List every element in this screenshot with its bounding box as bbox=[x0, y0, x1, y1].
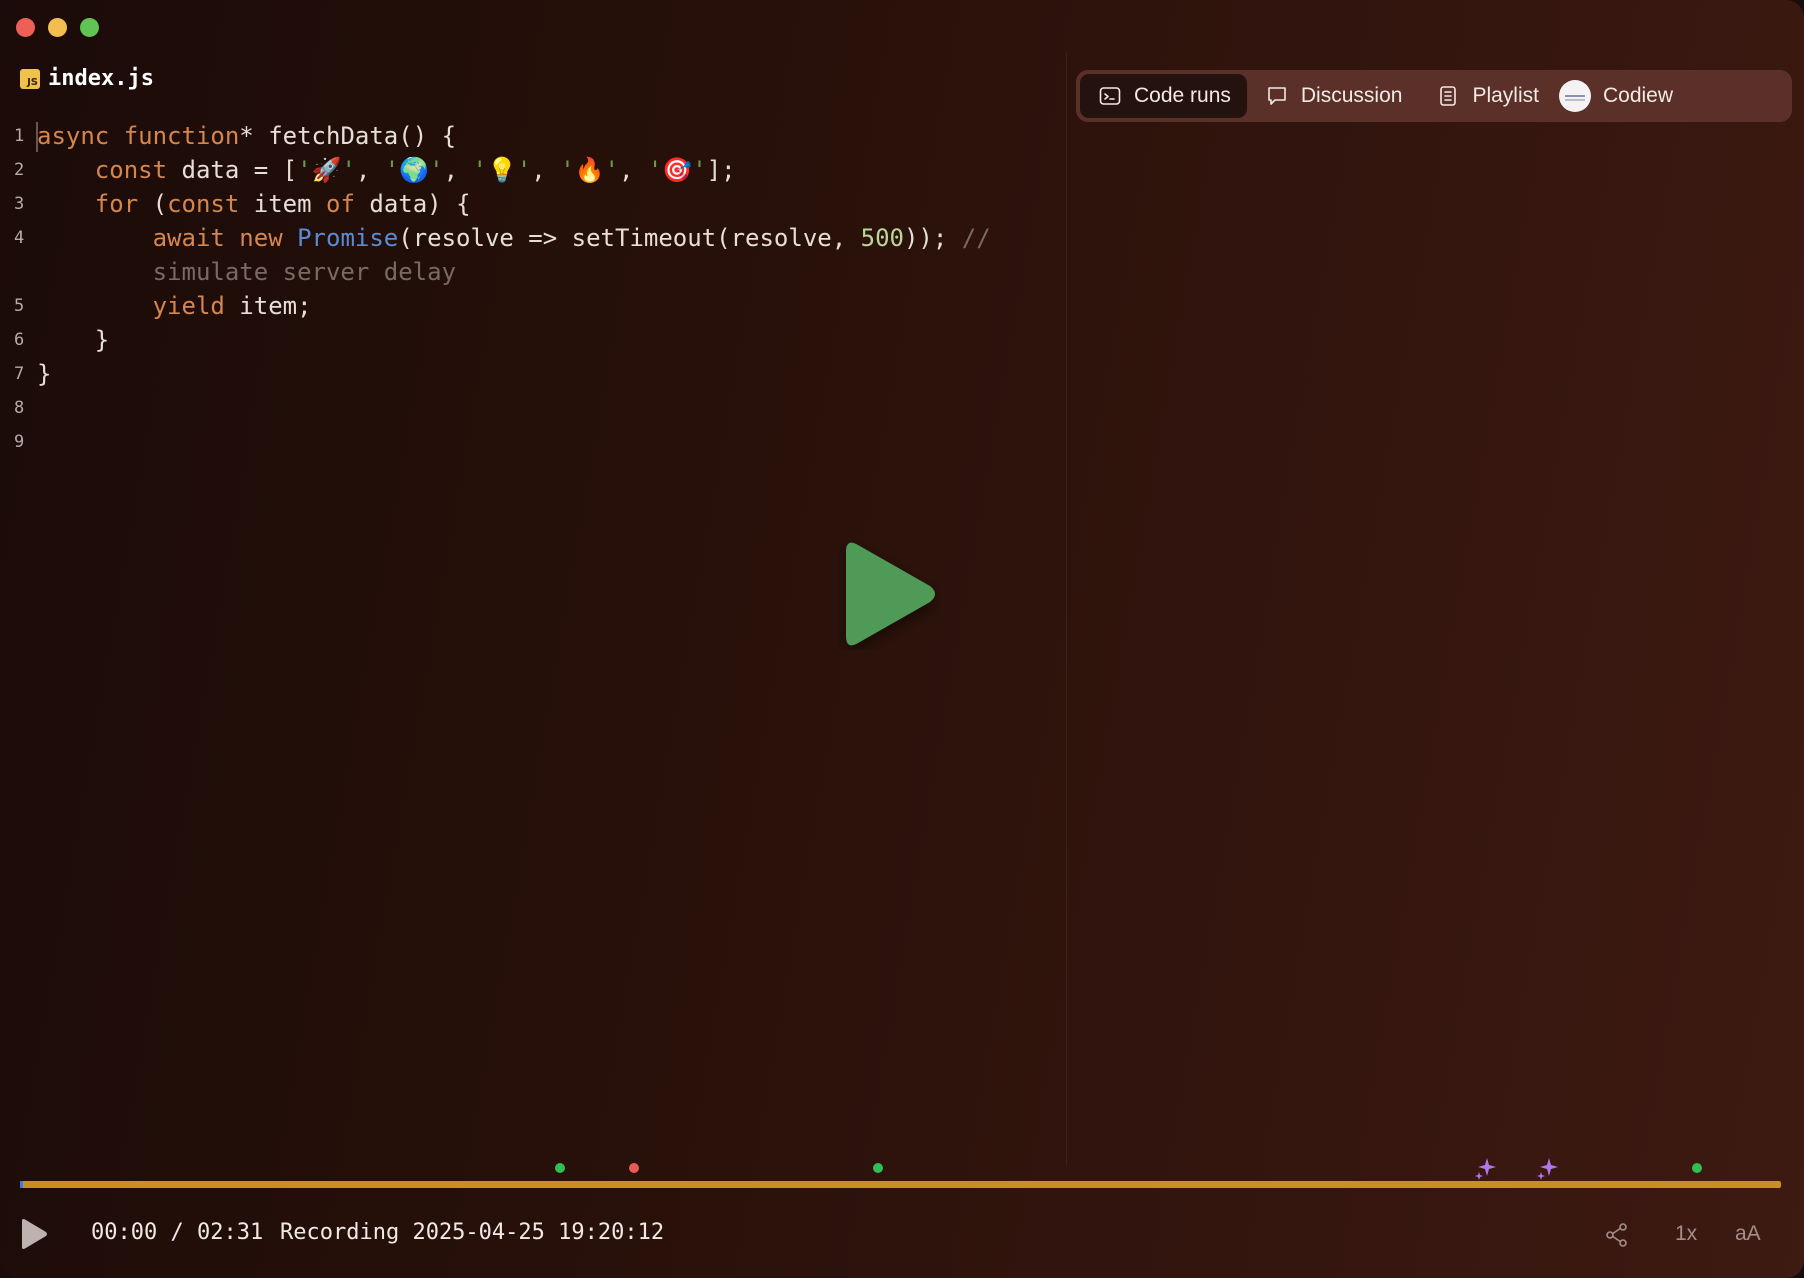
line-number: 1 bbox=[14, 126, 25, 146]
line-number: 3 bbox=[14, 194, 25, 214]
code-line-4: await new Promise(resolve => setTimeout(… bbox=[152, 224, 991, 252]
code-line-2: const data = ['🚀', '🌍', '💡', '🔥', '🎯']; bbox=[94, 156, 736, 184]
tab-discussion[interactable]: Discussion bbox=[1247, 74, 1419, 118]
code-line-4-wrap: simulate server delay bbox=[152, 258, 457, 286]
playback-time: 00:00 / 02:31 bbox=[91, 1220, 263, 1245]
maximize-window-button[interactable] bbox=[80, 18, 99, 37]
terminal-icon bbox=[1099, 87, 1121, 105]
playback-timeline[interactable] bbox=[20, 1181, 1781, 1188]
side-panel-tabs: Code runs Discussion Playlist Codiew bbox=[1076, 70, 1792, 122]
share-icon[interactable] bbox=[1604, 1222, 1630, 1248]
panel-divider[interactable] bbox=[1066, 52, 1067, 1166]
sparkle-icon[interactable] bbox=[1474, 1156, 1498, 1180]
line-number: 9 bbox=[14, 432, 25, 452]
close-window-button[interactable] bbox=[16, 18, 35, 37]
javascript-file-icon: JS bbox=[20, 68, 40, 89]
playback-speed-button[interactable]: 1x bbox=[1675, 1222, 1697, 1246]
line-number: 7 bbox=[14, 364, 25, 384]
play-button[interactable] bbox=[20, 1218, 48, 1250]
tab-label: Playlist bbox=[1472, 84, 1539, 107]
timeline-marker-run-success[interactable] bbox=[873, 1163, 883, 1173]
timeline-marker-run-success[interactable] bbox=[1692, 1163, 1702, 1173]
play-overlay-button[interactable] bbox=[838, 538, 942, 650]
avatar bbox=[1558, 80, 1591, 112]
file-name: index.js bbox=[48, 66, 154, 91]
player-controls: 00:00 / 02:31 Recording 2025-04-25 19:20… bbox=[0, 1214, 1804, 1254]
tab-label: Codiew bbox=[1602, 84, 1674, 107]
tab-label: Code runs bbox=[1134, 84, 1231, 107]
time-separator: / bbox=[170, 1220, 184, 1245]
timeline-progress bbox=[20, 1181, 23, 1188]
line-number: 2 bbox=[14, 160, 25, 180]
line-number: 8 bbox=[14, 398, 25, 418]
font-size-button[interactable]: aA bbox=[1735, 1222, 1761, 1246]
timeline-marker-run-error[interactable] bbox=[629, 1163, 639, 1173]
line-number: 4 bbox=[14, 228, 25, 248]
minimize-window-button[interactable] bbox=[48, 18, 67, 37]
tab-playlist[interactable]: Playlist bbox=[1418, 74, 1555, 118]
code-line-5: yield item; bbox=[152, 292, 312, 320]
code-line-7: } bbox=[37, 360, 52, 388]
line-number: 6 bbox=[14, 330, 25, 350]
current-time: 00:00 bbox=[91, 1220, 158, 1245]
sparkle-icon[interactable] bbox=[1536, 1156, 1560, 1180]
tab-code-runs[interactable]: Code runs bbox=[1080, 74, 1247, 118]
line-number: 5 bbox=[14, 296, 25, 316]
code-line-1: async function* fetchData() { bbox=[37, 122, 457, 150]
code-line-3: for (const item of data) { bbox=[94, 190, 471, 218]
document-list-icon bbox=[1440, 86, 1457, 106]
tab-label: Discussion bbox=[1300, 84, 1403, 107]
recording-title: Recording 2025-04-25 19:20:12 bbox=[280, 1220, 665, 1245]
file-tab[interactable]: JS index.js bbox=[20, 66, 154, 91]
code-line-6: } bbox=[37, 326, 110, 354]
timeline-marker-run-success[interactable] bbox=[555, 1163, 565, 1173]
window-controls bbox=[16, 18, 99, 37]
app-window: JS index.js 1 2 3 4 5 6 7 8 9 async func… bbox=[0, 0, 1804, 1278]
tab-codiew[interactable]: Codiew bbox=[1555, 74, 1689, 118]
duration: 02:31 bbox=[196, 1220, 264, 1245]
comment-icon bbox=[1268, 87, 1286, 105]
